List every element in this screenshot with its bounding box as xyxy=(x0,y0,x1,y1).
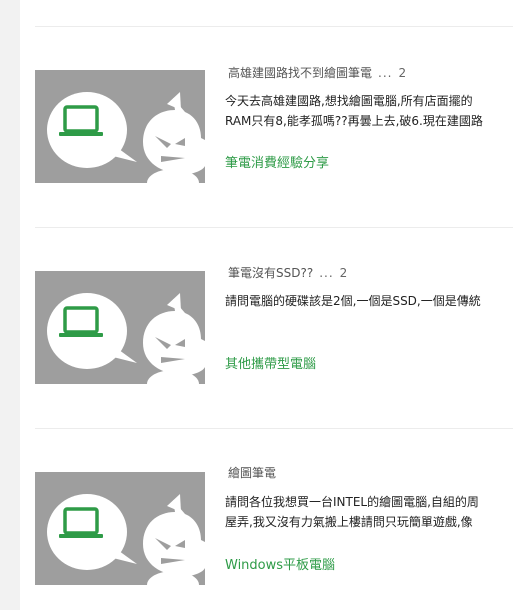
thread-title-link[interactable]: 繪圖筆電 xyxy=(228,464,276,481)
excerpt-line: 屋弄,我又沒有力氣搬上樓請問只玩簡單遊戲,像 xyxy=(225,515,473,529)
thread-title-link[interactable]: 高雄建國路找不到繪圖筆電... 2 xyxy=(228,64,406,81)
thread-title: 繪圖筆電 xyxy=(228,466,277,480)
left-gutter xyxy=(0,0,20,610)
thread-excerpt: 今天去高雄建國路,想找繪圖電腦,所有店面擺的 RAM只有8,能孝孤嗎??再曇上去… xyxy=(225,91,513,131)
laptop-speech-bubble-mascot-icon xyxy=(47,293,205,384)
excerpt-line: 請問電腦的硬碟該是2個,一個是SSD,一個是傳統 xyxy=(225,294,481,308)
pagination-ellipsis: ... xyxy=(319,266,334,280)
laptop-speech-bubble-mascot-icon xyxy=(47,494,205,585)
category-link[interactable]: 其他攜帶型電腦 xyxy=(225,353,316,372)
thread-thumbnail[interactable] xyxy=(35,271,205,384)
divider xyxy=(35,227,513,228)
thread-excerpt: 請問各位我想買一台INTEL的繪圖電腦,自組的周 屋弄,我又沒有力氣搬上樓請問只… xyxy=(225,492,513,532)
excerpt-line: RAM只有8,能孝孤嗎??再曇上去,破6.現在建國路 xyxy=(225,114,483,128)
thread-title-link[interactable]: 筆電沒有SSD??... 2 xyxy=(228,264,347,281)
category-link[interactable]: Windows平板電腦 xyxy=(225,554,335,573)
excerpt-line: 今天去高雄建國路,想找繪圖電腦,所有店面擺的 xyxy=(225,94,473,108)
excerpt-line: 請問各位我想買一台INTEL的繪圖電腦,自組的周 xyxy=(225,495,479,509)
thread-excerpt: 請問電腦的硬碟該是2個,一個是SSD,一個是傳統 xyxy=(225,291,513,311)
divider xyxy=(35,26,513,27)
thread-item: 高雄建國路找不到繪圖筆電... 2 今天去高雄建國路,想找繪圖電腦,所有店面擺的 … xyxy=(35,60,513,200)
category-link[interactable]: 筆電消費經驗分享 xyxy=(225,152,329,171)
thread-title: 筆電沒有SSD?? xyxy=(228,266,314,280)
last-page-link[interactable]: 2 xyxy=(398,66,406,80)
thread-thumbnail[interactable] xyxy=(35,70,205,183)
thread-title: 高雄建國路找不到繪圖筆電 xyxy=(228,66,373,80)
thread-item: 筆電沒有SSD??... 2 請問電腦的硬碟該是2個,一個是SSD,一個是傳統 其… xyxy=(35,260,513,400)
thread-thumbnail[interactable] xyxy=(35,472,205,585)
last-page-link[interactable]: 2 xyxy=(340,266,348,280)
forum-thread-list: 高雄建國路找不到繪圖筆電... 2 今天去高雄建國路,想找繪圖電腦,所有店面擺的 … xyxy=(35,0,513,610)
thread-item: 繪圖筆電 請問各位我想買一台INTEL的繪圖電腦,自組的周 屋弄,我又沒有力氣搬… xyxy=(35,461,513,601)
pagination-ellipsis: ... xyxy=(378,66,393,80)
laptop-speech-bubble-mascot-icon xyxy=(47,92,205,183)
divider xyxy=(35,428,513,429)
